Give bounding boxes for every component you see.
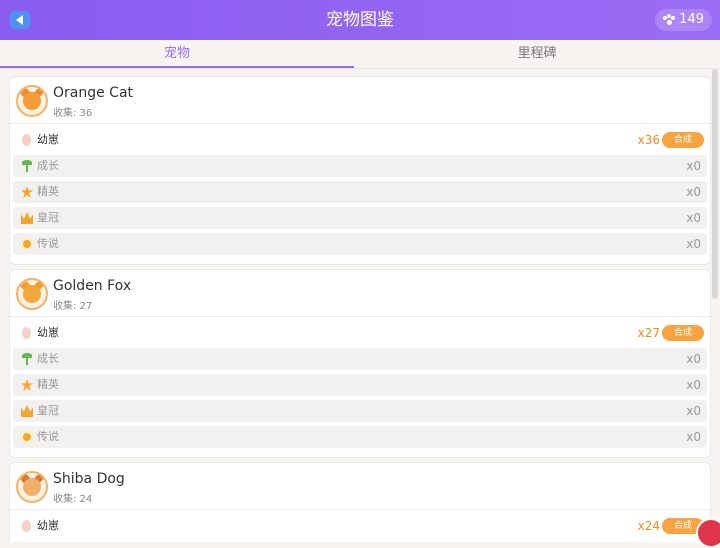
tab-bar: 宠物 里程碑	[0, 40, 720, 69]
pet-stage-legend: 传说 x0	[13, 233, 707, 255]
tab-pets[interactable]: 宠物	[0, 40, 354, 68]
merge-button[interactable]: 合成	[662, 132, 704, 148]
pet-name: Golden Fox	[53, 278, 132, 294]
pet-collected-count: 收集: 27	[53, 301, 93, 312]
fox-face-icon	[23, 285, 41, 303]
pet-stage-baby: 幼崽 x36 合成	[13, 129, 707, 151]
page-title: 宠物图鉴	[326, 10, 394, 30]
egg-icon	[22, 134, 31, 146]
pet-stage-crown: 皇冠 x0	[13, 400, 707, 422]
pet-list[interactable]: Orange Cat 收集: 36 幼崽 x36 合成 成长 x0 精英 x0 皇冠 x…	[0, 70, 720, 542]
crown-icon	[21, 212, 33, 224]
pet-collected-count: 收集: 24	[53, 494, 93, 505]
coin-count: 149	[679, 12, 704, 27]
pet-list-scrollbar[interactable]	[712, 69, 718, 299]
pet-stage-baby: 幼崽 x27 合成	[13, 322, 707, 344]
egg-icon	[22, 327, 31, 339]
crown-icon	[21, 405, 33, 417]
sprout-icon	[21, 160, 33, 172]
pet-name: Shiba Dog	[53, 471, 125, 487]
golden-fox-avatar	[16, 278, 48, 310]
sun-icon	[21, 431, 33, 443]
sun-icon	[21, 238, 33, 250]
pet-card-header: Golden Fox 收集: 27	[10, 270, 710, 317]
pet-card-header: Shiba Dog 收集: 24	[10, 463, 710, 510]
tab-milestones[interactable]: 里程碑	[354, 40, 720, 68]
sprout-icon	[21, 353, 33, 365]
pet-card-golden-fox: Golden Fox 收集: 27 幼崽 x27 合成 成长 x0 精英 x0 皇冠 x…	[9, 269, 711, 458]
pet-stage-legend: 传说 x0	[13, 426, 707, 448]
cat-face-icon	[23, 92, 41, 110]
star-icon	[21, 186, 33, 198]
orange-cat-avatar	[16, 85, 48, 117]
star-icon	[21, 379, 33, 391]
merge-button[interactable]: 合成	[662, 325, 704, 341]
pet-stage-elite: 精英 x0	[13, 181, 707, 203]
pet-stage-crown: 皇冠 x0	[13, 207, 707, 229]
pet-stage-growth: 成长 x0	[13, 348, 707, 370]
pet-stage-growth: 成长 x0	[13, 155, 707, 177]
pet-card-header: Orange Cat 收集: 36	[10, 77, 710, 124]
pet-stage-elite: 精英 x0	[13, 374, 707, 396]
pet-name: Orange Cat	[53, 85, 134, 101]
pet-stage-baby: 幼崽 x24 合成	[13, 515, 707, 537]
pet-card-shiba-dog: Shiba Dog 收集: 24 幼崽 x24 合成	[9, 462, 711, 542]
shiba-dog-avatar	[16, 471, 48, 503]
pet-collected-count: 收集: 36	[53, 108, 93, 119]
paw-icon	[663, 14, 676, 26]
pet-card-orange-cat: Orange Cat 收集: 36 幼崽 x36 合成 成长 x0 精英 x0 皇冠 x…	[9, 76, 711, 265]
header-bar: 宠物图鉴 149	[0, 0, 720, 40]
egg-icon	[22, 520, 31, 532]
coin-counter[interactable]: 149	[655, 9, 712, 31]
corner-badge-icon	[696, 518, 720, 548]
dog-face-icon	[23, 478, 41, 496]
